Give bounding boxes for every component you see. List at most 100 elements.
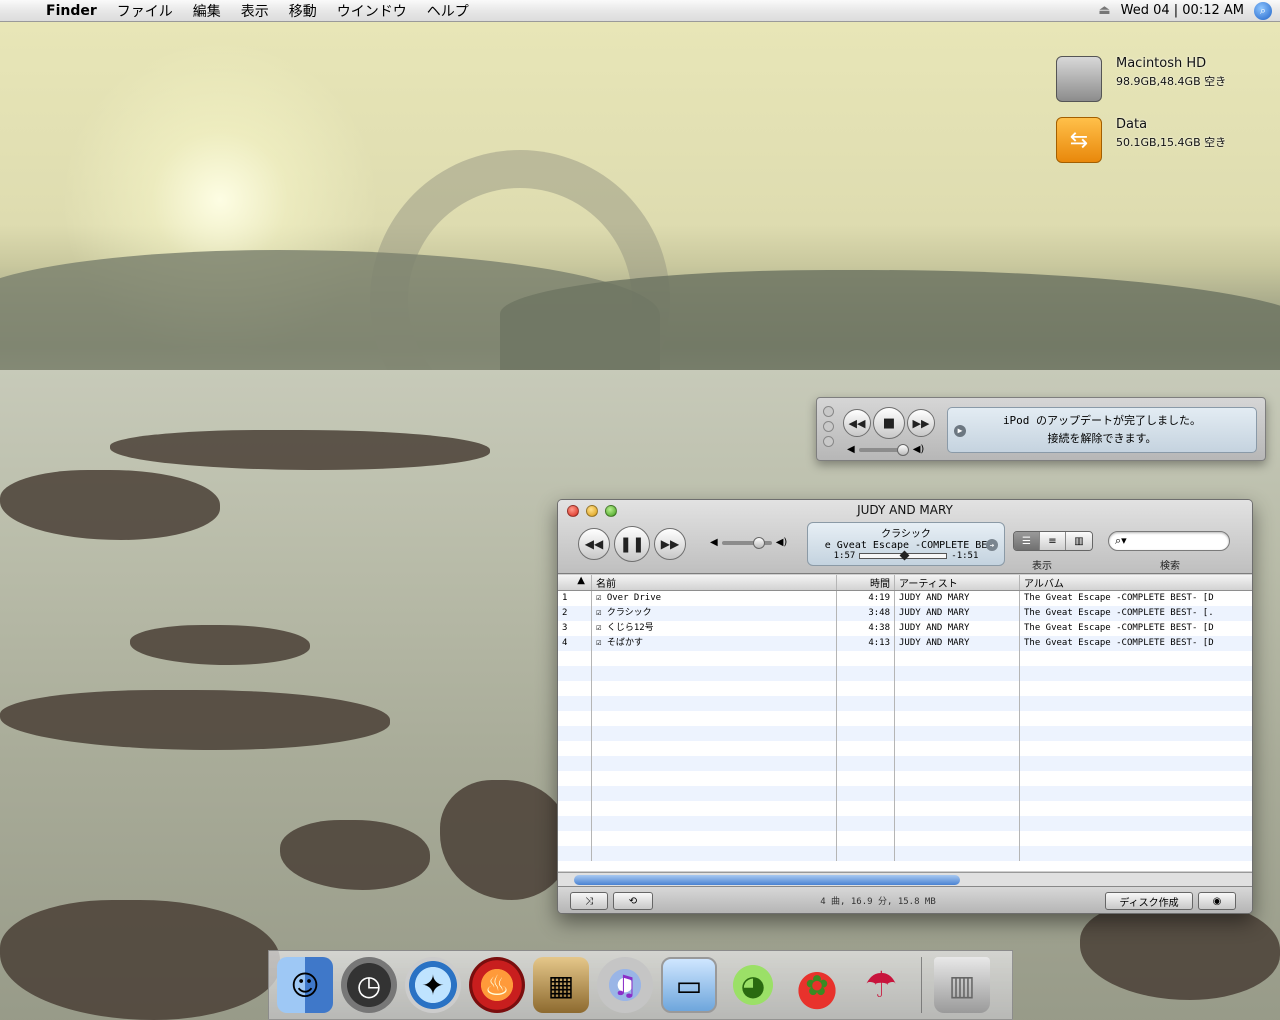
checkbox-checked-icon[interactable]: ☑	[596, 593, 607, 603]
next-button[interactable]: ▶▶	[654, 528, 686, 560]
progress-knob[interactable]	[899, 550, 910, 561]
track-row[interactable]: 3 ☑ くじら12号 4:38 JUDY AND MARY The Gveat Esca…	[558, 621, 1252, 636]
menu-help[interactable]: ヘルプ	[417, 1, 479, 21]
dock: ☺ ◷ ✦ ♨ ▦ ♫ ▭ ◕ ✿ ☂ ▥	[268, 950, 1013, 1020]
checkbox-checked-icon[interactable]: ☑	[596, 623, 607, 633]
menu-edit[interactable]: 編集	[183, 1, 231, 21]
horizontal-scrollbar[interactable]	[558, 872, 1252, 886]
menu-file[interactable]: ファイル	[107, 1, 183, 21]
fast-forward-button[interactable]: ▶▶	[907, 409, 935, 437]
itunes-toolbar: JUDY AND MARY ◀◀ ❚❚ ▶▶ ◀ ◀) クラシック e Gvea…	[558, 500, 1252, 574]
track-number	[558, 666, 592, 681]
track-time: 4:13	[837, 636, 895, 651]
track-artist: JUDY AND MARY	[895, 606, 1020, 621]
close-icon[interactable]	[823, 406, 834, 417]
desktop-icon-data[interactable]: ⇆ Data 50.1GB,15.4GB 空き	[1056, 117, 1226, 163]
repeat-icon: ⟲	[628, 895, 638, 907]
iphoto-icon[interactable]: ▦	[533, 957, 589, 1013]
search-label: 検索	[1160, 561, 1180, 572]
volume-knob[interactable]	[896, 443, 909, 456]
menu-app-finder[interactable]: Finder	[36, 3, 107, 19]
volume-control: ◀ ◀)	[710, 536, 787, 549]
sort-arrow-icon[interactable]: ▲	[558, 575, 592, 590]
fire-icon[interactable]: ♨	[469, 957, 525, 1013]
track-name-text: Over Drive	[606, 593, 662, 603]
track-row[interactable]: 2 ☑ クラシック 3:48 JUDY AND MARY The Gveat Escap…	[558, 606, 1252, 621]
burn-disc-button[interactable]: ディスク作成	[1105, 892, 1193, 910]
remaining-time: -1:51	[951, 551, 979, 561]
desktop-icon-macintosh-hd[interactable]: Macintosh HD 98.9GB,48.4GB 空き	[1056, 56, 1226, 102]
stop-button[interactable]: ■	[873, 407, 905, 439]
iphone-icon[interactable]: ▭	[661, 957, 717, 1013]
track-name	[592, 741, 837, 756]
spotlight-icon[interactable]: ⌕	[1254, 1, 1272, 20]
column-header-time[interactable]: 時間	[837, 575, 895, 590]
grouped-view-button[interactable]: ≡	[1040, 532, 1066, 550]
track-time	[837, 696, 895, 711]
column-header-artist[interactable]: アーティスト	[895, 575, 1020, 590]
empty-row	[558, 696, 1252, 711]
track-album	[1020, 696, 1244, 711]
menu-go[interactable]: 移動	[279, 1, 327, 21]
shuffle-button[interactable]: ⤨	[570, 892, 608, 910]
track-number: 1	[558, 591, 592, 606]
adium-icon[interactable]: ◕	[725, 957, 781, 1013]
umbrella-icon[interactable]: ☂	[853, 957, 909, 1013]
track-row[interactable]: 1 ☑ Over Drive 4:19 JUDY AND MARY The Gveat …	[558, 591, 1252, 606]
track-name	[592, 696, 837, 711]
eject-icon[interactable]: ⏏	[1098, 3, 1110, 18]
track-artist	[895, 726, 1020, 741]
volume-slider[interactable]	[858, 443, 909, 456]
column-header-name[interactable]: 名前	[592, 575, 837, 590]
track-row[interactable]: 4 ☑ そばかす 4:13 JUDY AND MARY The Gveat Escape…	[558, 636, 1252, 651]
safari-icon[interactable]: ✦	[405, 957, 461, 1013]
volume-slider[interactable]	[721, 536, 772, 549]
list-view-button[interactable]: ☰	[1014, 532, 1040, 550]
coverflow-view-button[interactable]: ▥	[1066, 532, 1092, 550]
track-artist	[895, 756, 1020, 771]
previous-button[interactable]: ◀◀	[578, 528, 610, 560]
strawberry-icon[interactable]: ✿	[789, 957, 845, 1013]
empty-row	[558, 831, 1252, 846]
pause-button[interactable]: ❚❚	[614, 526, 650, 562]
track-album	[1020, 681, 1244, 696]
repeat-button[interactable]: ⟲	[613, 892, 653, 910]
track-name: ☑ Over Drive	[592, 591, 837, 606]
track-number	[558, 816, 592, 831]
track-album: The Gveat Escape -COMPLETE BEST- [D	[1024, 593, 1214, 603]
view-selector: ☰ ≡ ▥	[1013, 531, 1093, 551]
track-artist: JUDY AND MARY	[895, 621, 1020, 636]
scroll-thumb[interactable]	[574, 875, 960, 885]
menu-window[interactable]: ウインドウ	[327, 1, 417, 21]
track-number	[558, 711, 592, 726]
menu-clock[interactable]: Wed 04 | 00:12 AM	[1121, 3, 1244, 18]
mini-volume: ◀ ◀)	[847, 443, 924, 456]
track-artist: JUDY AND MARY	[895, 591, 1020, 606]
search-input[interactable]: ⌕▾	[1108, 531, 1230, 551]
go-arrow-icon[interactable]: ➔	[986, 539, 998, 551]
zoom-icon[interactable]	[823, 436, 834, 447]
clock-icon[interactable]: ◷	[341, 957, 397, 1013]
track-time	[837, 756, 895, 771]
track-number	[558, 741, 592, 756]
minimize-icon[interactable]	[823, 421, 834, 432]
finder-icon[interactable]: ☺	[277, 957, 333, 1013]
track-album	[1020, 651, 1244, 666]
column-header-album[interactable]: アルバム	[1020, 575, 1244, 590]
menu-view[interactable]: 表示	[231, 1, 279, 21]
checkbox-checked-icon[interactable]: ☑	[596, 638, 607, 648]
visualizer-button[interactable]: ◉	[1198, 892, 1236, 910]
menu-bar: Finder ファイル 編集 表示 移動 ウインドウ ヘルプ ⏏ Wed 04 …	[0, 0, 1280, 22]
volume-knob[interactable]	[753, 536, 766, 549]
play-arrow-icon[interactable]: ▶	[954, 425, 966, 437]
track-artist	[895, 696, 1020, 711]
track-list-header: ▲ 名前 時間 アーティスト アルバム	[558, 575, 1252, 591]
checkbox-checked-icon[interactable]: ☑	[596, 608, 607, 618]
trash-icon[interactable]: ▥	[934, 957, 990, 1013]
rewind-button[interactable]: ◀◀	[843, 409, 871, 437]
track-time: 3:48	[837, 606, 895, 621]
progress-bar[interactable]	[859, 550, 948, 561]
itunes-icon[interactable]: ♫	[597, 957, 653, 1013]
track-album	[1020, 786, 1244, 801]
volume-low-icon: ◀	[847, 444, 855, 455]
